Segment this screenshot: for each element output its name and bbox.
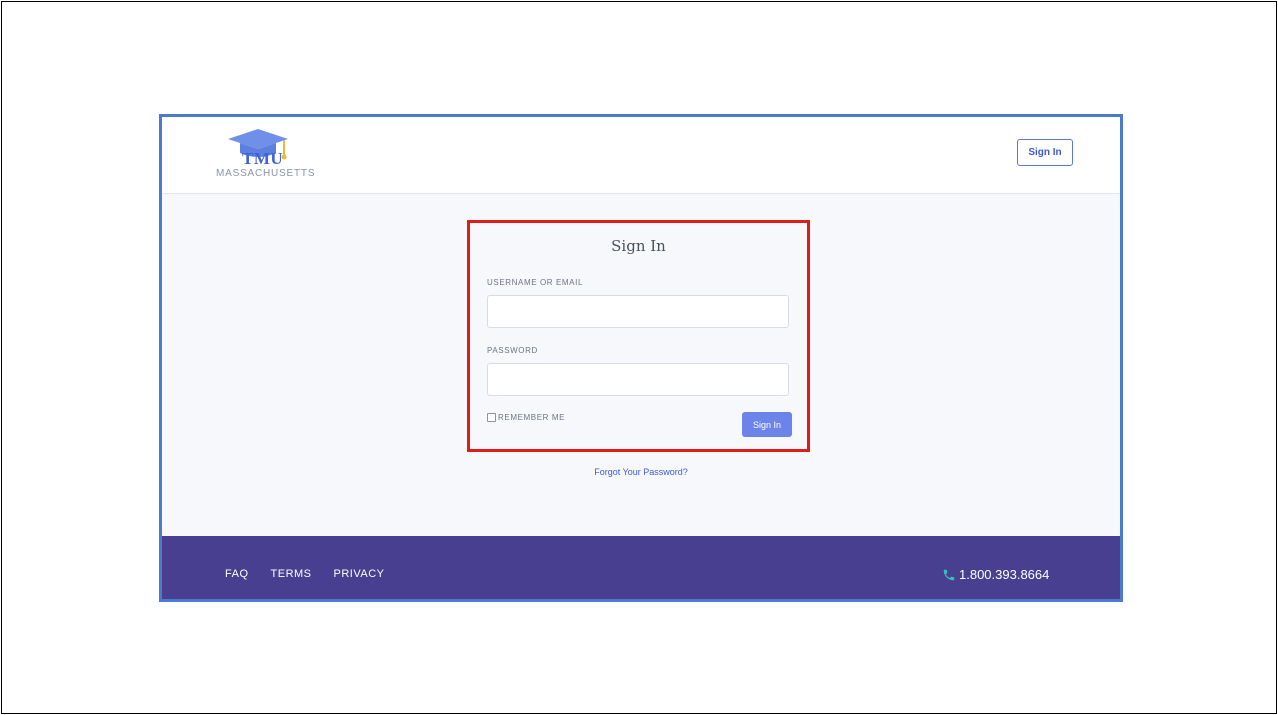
phone-icon <box>943 569 955 580</box>
site-header: TMU MASSACHUSETTS Sign In <box>162 117 1120 194</box>
form-title: Sign In <box>611 237 666 255</box>
password-input[interactable] <box>487 363 789 396</box>
logo-text: TMU <box>242 149 284 168</box>
sign-in-form: Sign In USERNAME OR EMAIL PASSWORD REMEM… <box>467 220 810 452</box>
site-logo[interactable]: TMU MASSACHUSETTS <box>214 127 324 187</box>
footer-links: FAQ TERMS PRIVACY <box>225 568 385 580</box>
footer-link-privacy[interactable]: PRIVACY <box>334 568 385 580</box>
forgot-password-link[interactable]: Forgot Your Password? <box>162 467 1120 477</box>
username-label: USERNAME OR EMAIL <box>487 278 583 287</box>
username-input[interactable] <box>487 295 789 328</box>
remember-me[interactable]: REMEMBER ME <box>487 413 565 422</box>
footer-link-terms[interactable]: TERMS <box>271 568 312 580</box>
logo-subtitle: MASSACHUSETTS <box>216 168 316 179</box>
sign-in-submit-button[interactable]: Sign In <box>742 412 792 437</box>
header-sign-in-button[interactable]: Sign In <box>1017 139 1073 166</box>
remember-me-label: REMEMBER ME <box>498 413 566 422</box>
phone-number: 1.800.393.8664 <box>959 567 1050 582</box>
browser-window: TMU MASSACHUSETTS Sign In Sign In USERNA… <box>159 114 1123 602</box>
site-footer: FAQ TERMS PRIVACY 1.800.393.8664 <box>162 536 1120 599</box>
footer-link-faq[interactable]: FAQ <box>225 568 249 580</box>
footer-phone[interactable]: 1.800.393.8664 <box>942 567 1049 582</box>
remember-me-checkbox[interactable] <box>487 413 496 422</box>
password-label: PASSWORD <box>487 346 538 355</box>
